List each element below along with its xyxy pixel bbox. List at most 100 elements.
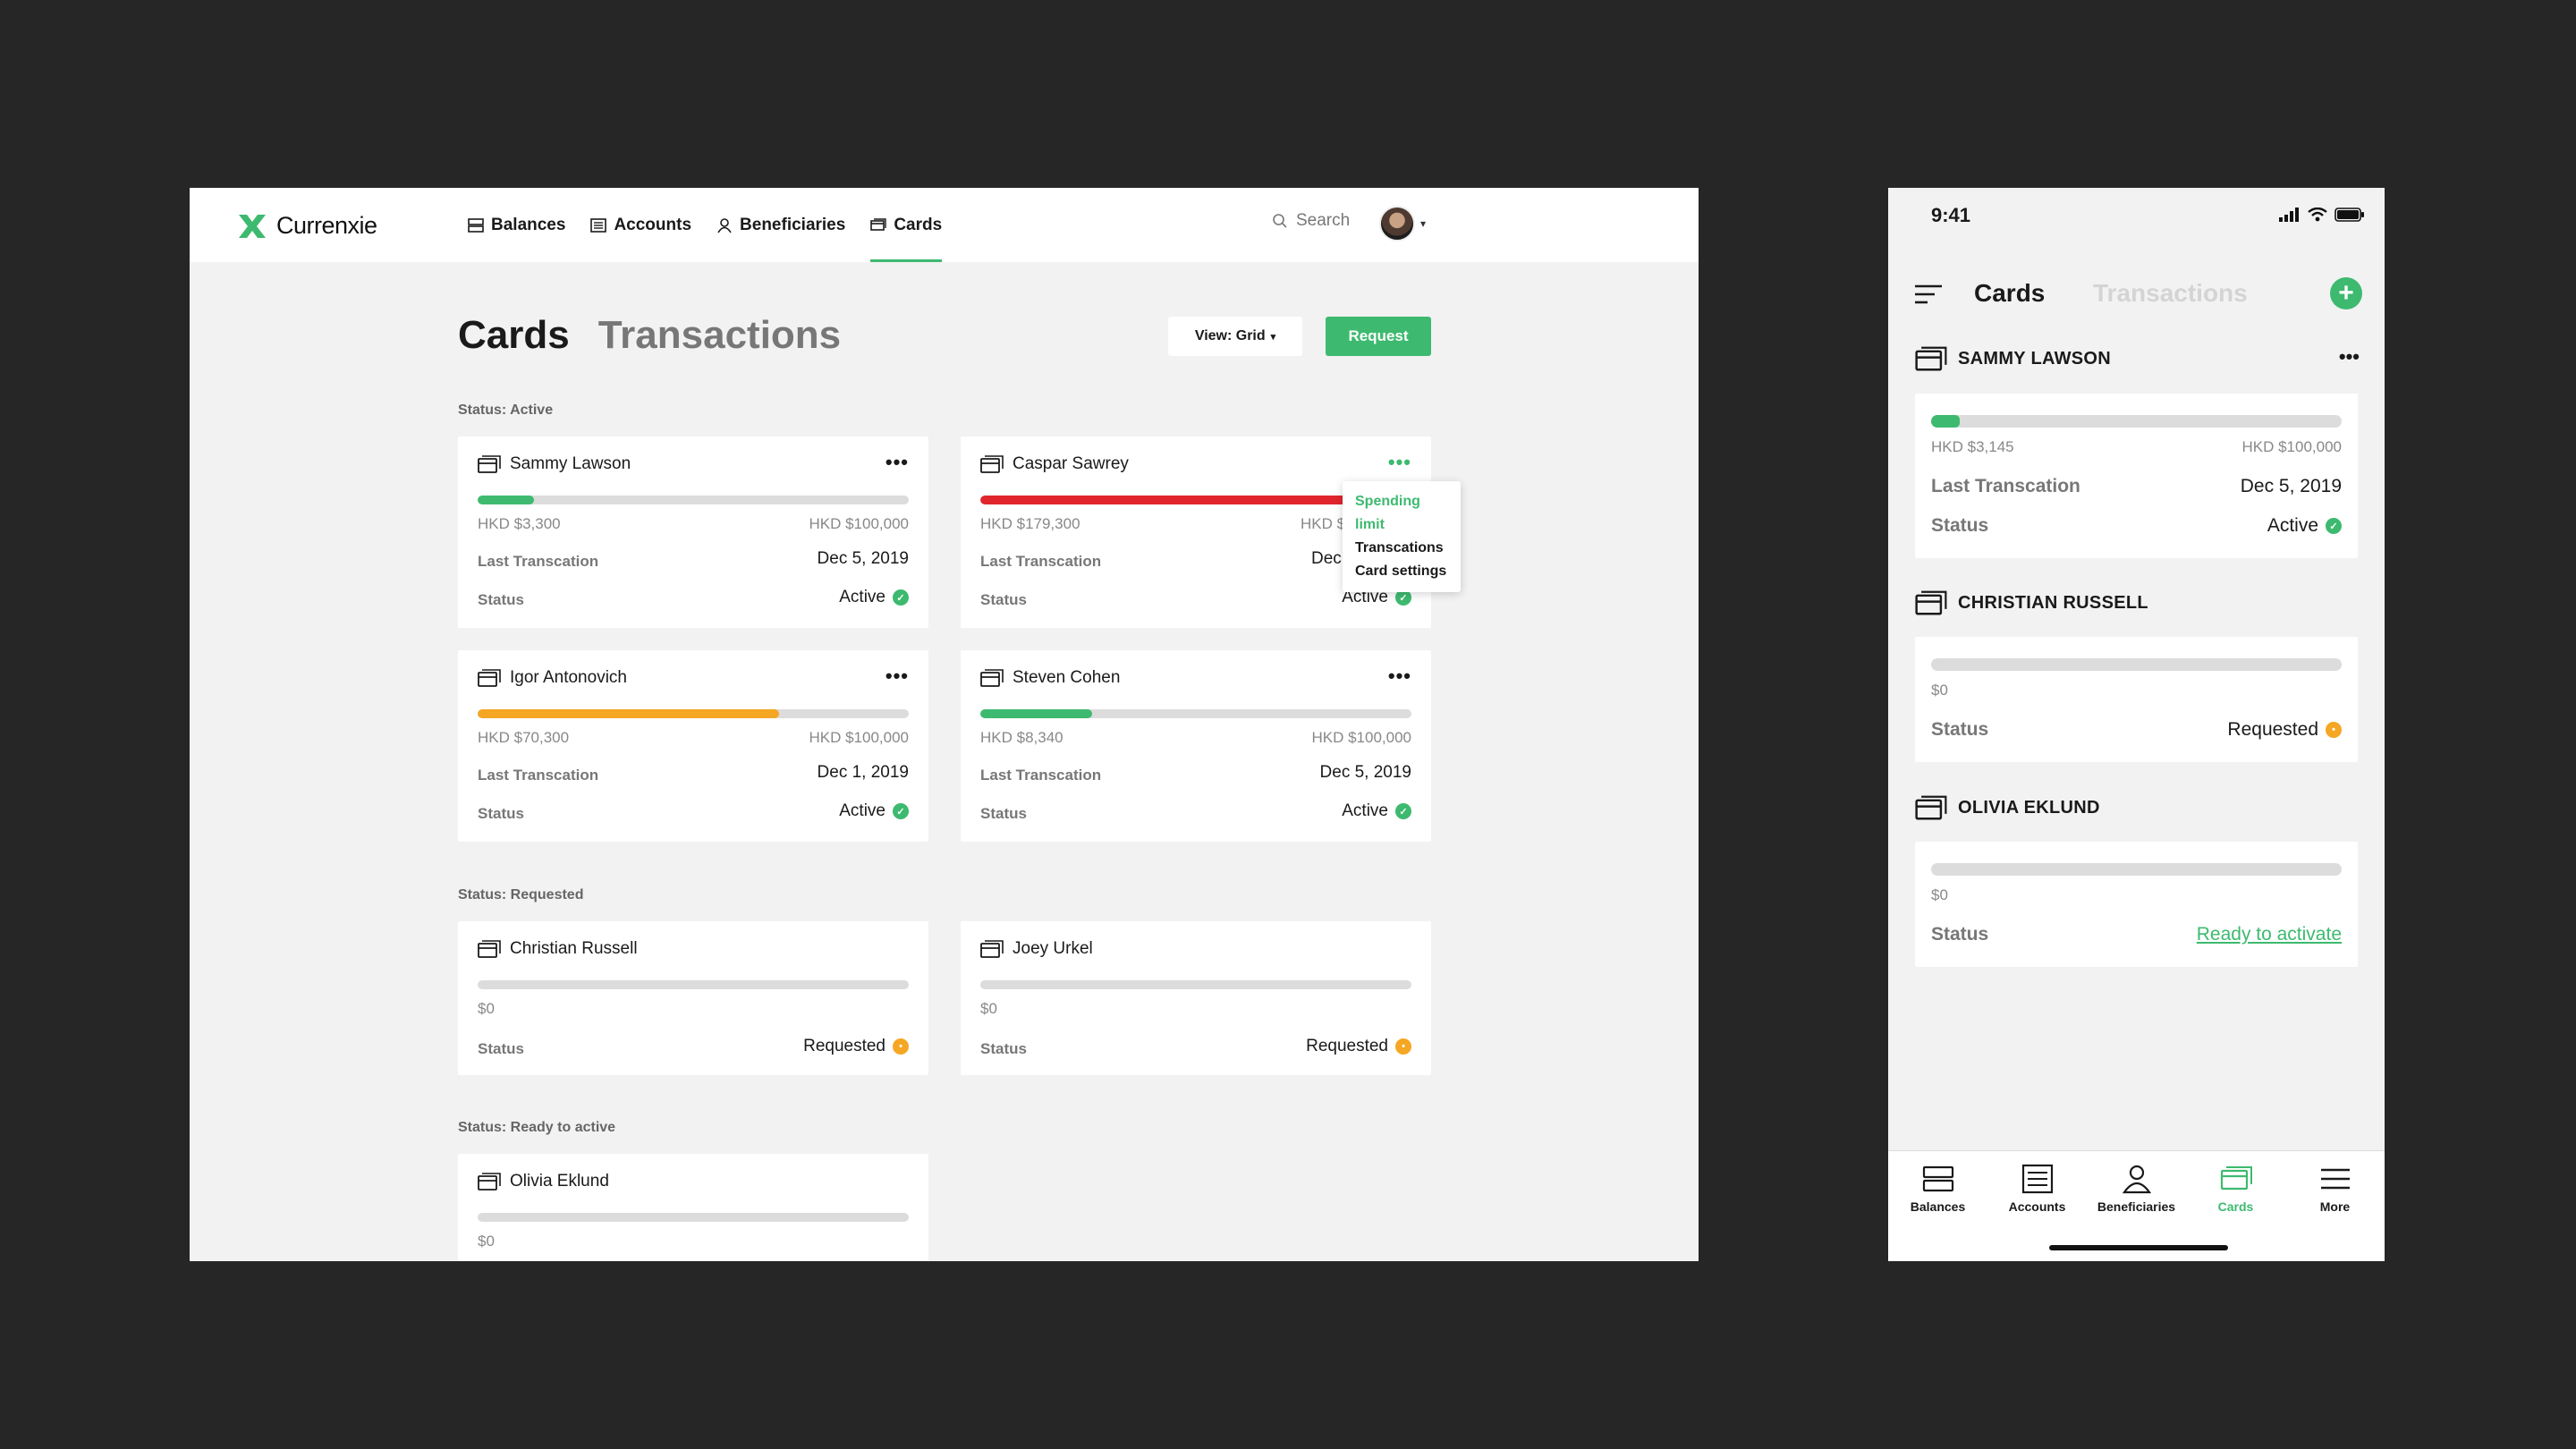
tab-balances[interactable]: Balances [1888,1164,1987,1214]
nav-item-balances[interactable]: Balances [455,188,578,262]
nav-label-accounts: Accounts [614,215,692,234]
top-navigation: Currenxie Balances Accounts Beneficiarie… [190,188,1699,262]
chevron-down-icon: ▾ [1270,331,1276,343]
card-christian-russell[interactable]: Christian Russell $0 Status Requested • [458,921,928,1075]
more-options-icon[interactable]: ••• [2339,345,2360,369]
spent-amount: $0 [980,1000,997,1017]
menu-icon[interactable] [1915,284,1942,304]
menu-item-transactions[interactable]: Transcations [1355,537,1448,560]
status-label: Status [1931,719,1989,740]
card-icon [478,455,501,473]
mobile-tab-transactions[interactable]: Transactions [2093,279,2248,308]
pending-icon: • [1395,1038,1411,1055]
section-label-ready: Status: Ready to active [458,1120,616,1135]
mobile-card-title: CHRISTIAN RUSSELL [1915,589,2148,616]
spent-amount: HKD $3,145 [1931,438,2014,455]
balances-icon [1922,1165,1953,1192]
limit-amount: HKD $100,000 [1311,729,1411,746]
card-olivia-eklund[interactable]: Olivia Eklund $0 [458,1154,928,1261]
limit-amount: HKD $100,000 [809,515,909,532]
menu-item-card-settings[interactable]: Card settings [1355,560,1448,583]
pending-icon: • [893,1038,909,1055]
status-bar-time: 9:41 [1931,204,1971,226]
check-icon: ✓ [893,803,909,819]
request-button[interactable]: Request [1326,317,1431,356]
desktop-app: Currenxie Balances Accounts Beneficiarie… [190,188,1699,1261]
mobile-card-christian-russell[interactable]: $0 Status Requested • [1915,637,2358,762]
more-options-icon[interactable]: ••• [886,666,909,686]
card-igor-antonovich[interactable]: Igor Antonovich ••• HKD $70,300 HKD $100… [458,650,928,842]
card-icon [478,1173,501,1191]
tab-accounts[interactable]: Accounts [1987,1164,2087,1214]
spent-amount: HKD $3,300 [478,515,561,532]
nav-item-cards[interactable]: Cards [858,188,954,262]
section-label-active: Status: Active [458,402,554,418]
mobile-card-sammy-lawson[interactable]: HKD $3,145 HKD $100,000 Last Transcation… [1915,394,2358,558]
spending-progress-bar [980,980,1411,989]
plus-icon: + [2338,278,2354,308]
last-transaction-label: Last Transcation [1931,476,2080,496]
brand-name: Currenxie [276,212,377,239]
more-options-icon[interactable]: ••• [886,453,909,472]
status-text: Requested [803,1037,886,1055]
wifi-icon [2308,208,2327,222]
card-options-menu: Spending limit Transcations Card setting… [1343,481,1461,592]
nav-item-beneficiaries[interactable]: Beneficiaries [704,188,858,262]
mobile-app: 9:41 Cards Transactions + SAMMY LAWSON •… [1888,188,2385,1261]
tab-label: Beneficiaries [2097,1199,2176,1214]
search-button[interactable]: Search [1272,211,1350,231]
tab-cards[interactable]: Cards [458,313,570,358]
card-joey-urkel[interactable]: Joey Urkel $0 Status Requested • [961,921,1431,1075]
signal-icon [2279,208,2299,222]
chevron-down-icon: ▾ [1420,217,1427,230]
nav-label-balances: Balances [491,215,566,234]
cardholder-name: SAMMY LAWSON [1958,348,2112,369]
last-transaction-label: Last Transcation [980,553,1102,570]
ready-to-activate-link[interactable]: Ready to activate [2197,924,2342,945]
tab-beneficiaries[interactable]: Beneficiaries [2087,1164,2186,1214]
view-grid-dropdown[interactable]: View: Grid ▾ [1168,317,1302,356]
card-icon [980,455,1004,473]
card-title: Igor Antonovich [478,668,627,688]
card-title: Caspar Sawrey [980,454,1129,474]
card-steven-cohen[interactable]: Steven Cohen ••• HKD $8,340 HKD $100,000… [961,650,1431,842]
card-title: Joey Urkel [980,939,1093,959]
menu-item-spending-limit[interactable]: Spending limit [1355,490,1448,537]
pending-icon: • [2326,722,2342,738]
card-title: Sammy Lawson [478,454,631,474]
last-transaction-label: Last Transcation [980,767,1102,784]
cardholder-name: Steven Cohen [1013,668,1121,687]
spending-progress-bar [1931,658,2342,671]
card-icon [980,940,1004,958]
nav-label-cards: Cards [894,215,943,234]
tab-transactions[interactable]: Transactions [598,313,841,358]
battery-icon [2334,208,2364,222]
tab-label: More [2319,1199,2351,1214]
status-text: Active [839,588,886,606]
card-sammy-lawson[interactable]: Sammy Lawson ••• HKD $3,300 HKD $100,000… [458,436,928,628]
spent-amount: $0 [478,1233,495,1250]
section-label-requested: Status: Requested [458,887,584,902]
card-title: Steven Cohen [980,668,1120,688]
profile-menu[interactable]: ▾ [1379,206,1426,242]
tab-more[interactable]: More [2285,1164,2385,1214]
tab-cards[interactable]: Cards [2186,1164,2285,1214]
spending-progress-bar [1931,863,2342,876]
cardholder-name: Olivia Eklund [510,1172,609,1191]
bottom-tab-bar: Balances Accounts Beneficiaries Cards Mo… [1888,1150,2385,1261]
status-label: Status [980,591,1027,608]
more-options-icon[interactable]: ••• [1388,453,1411,472]
spent-amount: HKD $179,300 [980,515,1080,532]
status-label: Status [1931,515,1989,536]
mobile-card-olivia-eklund[interactable]: $0 Status Ready to activate [1915,842,2358,967]
main-nav: Balances Accounts Beneficiaries Cards [455,188,954,262]
add-card-button[interactable]: + [2330,277,2362,309]
more-options-icon[interactable]: ••• [1388,666,1411,686]
status-text: Requested [1306,1037,1388,1055]
avatar [1379,206,1415,242]
mobile-tab-cards[interactable]: Cards [1974,279,2045,308]
spending-progress-bar [478,1213,909,1222]
spending-progress-bar [980,709,1411,718]
nav-item-accounts[interactable]: Accounts [578,188,704,262]
brand-logo[interactable]: Currenxie [239,212,377,240]
